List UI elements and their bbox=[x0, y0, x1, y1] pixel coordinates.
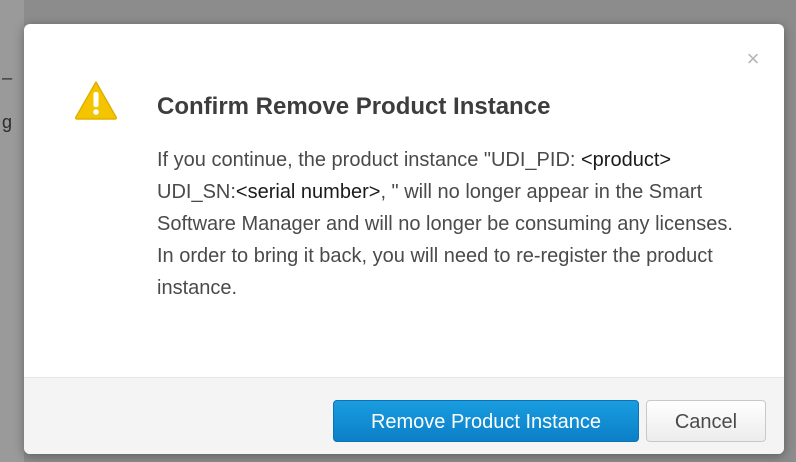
background-text-fragment: g bbox=[2, 112, 13, 132]
serial-number-placeholder: <serial number> bbox=[235, 181, 381, 203]
warning-triangle-icon bbox=[74, 81, 118, 120]
cancel-button[interactable]: Cancel bbox=[646, 400, 766, 442]
dialog-message: If you continue, the product instance "U… bbox=[157, 144, 747, 304]
message-text: UDI_SN: bbox=[157, 181, 236, 203]
message-text: If you continue, the product instance "U… bbox=[157, 149, 581, 171]
product-placeholder: <product> bbox=[581, 149, 672, 171]
confirm-remove-dialog: × Confirm Remove Product Instance If you… bbox=[24, 24, 784, 454]
background-page: _ g bbox=[0, 0, 24, 462]
close-icon[interactable]: × bbox=[742, 48, 764, 70]
dialog-footer: Remove Product Instance Cancel bbox=[24, 377, 784, 454]
background-text-fragment: _ bbox=[2, 60, 13, 80]
remove-product-instance-button[interactable]: Remove Product Instance bbox=[333, 400, 639, 442]
dialog-title: Confirm Remove Product Instance bbox=[157, 93, 551, 120]
